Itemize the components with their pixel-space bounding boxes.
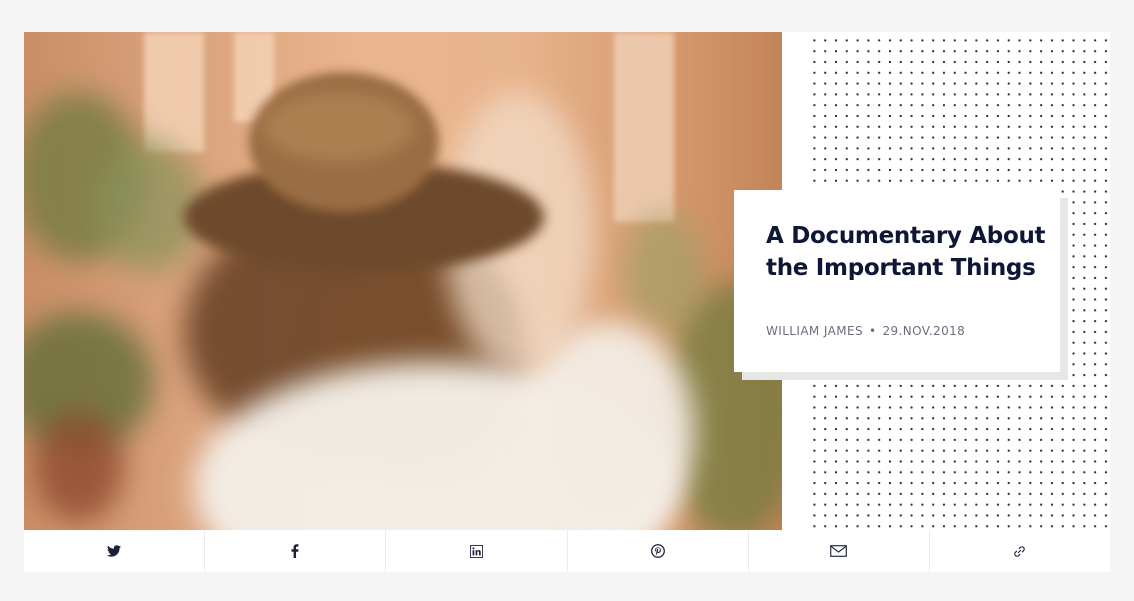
twitter-icon [107, 545, 122, 557]
link-icon [1014, 545, 1026, 557]
share-facebook-button[interactable] [205, 530, 387, 572]
share-email-button[interactable] [749, 530, 930, 572]
article-meta: WILLIAM JAMES • 29.NOV.2018 [766, 324, 965, 338]
pinterest-icon [650, 544, 665, 558]
article-card: A Documentary About the Important Things… [24, 32, 1110, 572]
article-author[interactable]: WILLIAM JAMES [766, 324, 863, 338]
facebook-icon [291, 544, 299, 558]
article-caption-box: A Documentary About the Important Things… [734, 190, 1060, 372]
linkedin-icon [469, 544, 483, 558]
meta-separator: • [868, 324, 877, 338]
article-date: 29.NOV.2018 [882, 324, 966, 338]
share-pinterest-button[interactable] [568, 530, 749, 572]
share-bar [24, 530, 1110, 572]
article-image[interactable] [24, 32, 782, 530]
article-title[interactable]: A Documentary About the Important Things [766, 220, 1046, 284]
share-linkedin-button[interactable] [386, 530, 568, 572]
share-twitter-button[interactable] [24, 530, 206, 572]
email-icon [830, 545, 848, 557]
share-link-button[interactable] [930, 530, 1110, 572]
